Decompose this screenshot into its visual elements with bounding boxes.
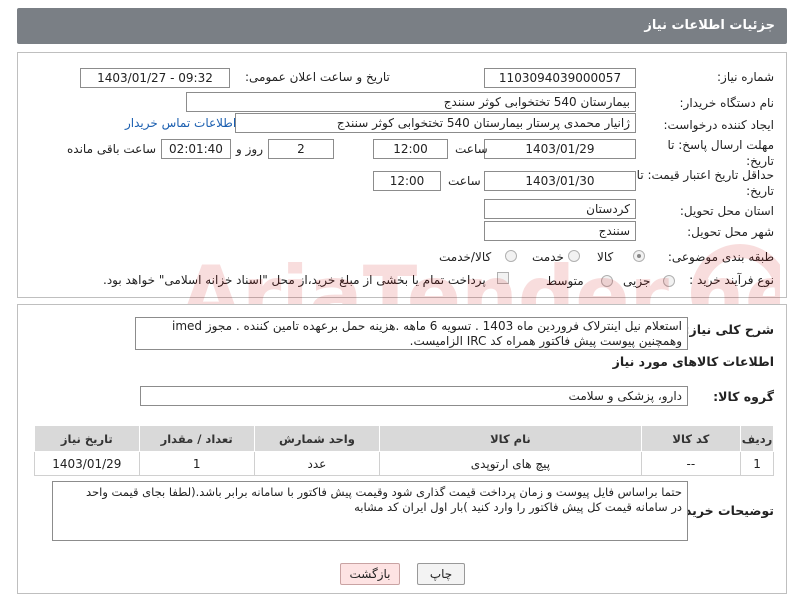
cell-unit: عدد: [253, 451, 381, 476]
buyer-label: نام دستگاه خریدار:: [679, 96, 775, 110]
process-type-label: نوع فرآیند خرید :: [689, 273, 774, 287]
time-remaining-field: 02:01:40: [161, 139, 231, 159]
items-table-header: ردیف کد کالا نام کالا واحد شمارش تعداد /…: [34, 425, 774, 452]
back-button[interactable]: بازگشت: [340, 563, 400, 585]
city-label: شهر محل تحویل:: [687, 225, 774, 239]
goods-section-title: اطلاعات کالاهای مورد نیاز: [612, 354, 774, 369]
category-option-service: خدمت: [532, 250, 564, 264]
need-number-field: 1103094039000057: [484, 68, 636, 88]
validity-date-field: 1403/01/30: [484, 171, 636, 191]
deadline-label: مهلت ارسال پاسخ: تا تاریخ:: [667, 138, 774, 168]
category-radio-goods[interactable]: [633, 250, 645, 262]
city-field: سنندج: [484, 221, 636, 241]
page-header: جزئیات اطلاعات نیاز: [17, 8, 787, 44]
process-option-medium: متوسط: [546, 274, 584, 288]
need-number-label: شماره نیاز:: [717, 70, 774, 84]
buyer-contact-link[interactable]: اطلاعات تماس خریدار: [125, 116, 236, 130]
description-text-line2: وهمچنین پیوست پیش فاکتور همراه کد IRC ال…: [409, 334, 682, 348]
treasury-note: پرداخت تمام یا بخشی از مبلغ خرید،از محل …: [103, 273, 486, 287]
treasury-checkbox[interactable]: [497, 272, 509, 284]
col-item-name: نام کالا: [379, 425, 642, 452]
announce-date-label: تاریخ و ساعت اعلان عمومی:: [245, 70, 390, 84]
days-label: روز و: [236, 142, 263, 156]
goods-group-label: گروه کالا:: [713, 389, 774, 404]
description-text-line1: استعلام نیل اینترلاک فروردین ماه 1403 . …: [172, 319, 682, 333]
creator-label: ایجاد کننده درخواست:: [663, 118, 774, 132]
col-unit: واحد شمارش: [253, 425, 381, 452]
category-option-goods: کالا: [597, 250, 614, 264]
validity-label: حداقل تاریخ اعتبار قیمت: تا تاریخ:: [636, 168, 774, 198]
buyer-notes-textarea[interactable]: حتما براساس فایل پیوست و زمان پرداخت قیم…: [52, 481, 688, 541]
col-need-date: تاریخ نیاز: [34, 425, 140, 452]
table-row: 1 -- پیچ های ارتوپدی عدد 1 1403/01/29: [34, 451, 774, 476]
time-remaining-label: ساعت باقی مانده: [67, 142, 157, 156]
cell-quantity: 1: [138, 451, 255, 476]
announce-date-field: 1403/01/27 - 09:32: [80, 68, 230, 88]
col-row-number: ردیف: [740, 425, 774, 452]
buyer-field: بیمارستان 540 تختخوابی کوثر سنندج: [186, 92, 636, 112]
buyer-notes-line1: حتما براساس فایل پیوست و زمان پرداخت قیم…: [85, 485, 682, 499]
col-quantity: تعداد / مقدار: [138, 425, 255, 452]
category-option-goods-service: کالا/خدمت: [439, 250, 492, 264]
process-option-minor: جزیی: [623, 274, 651, 288]
page-title: جزئیات اطلاعات نیاز: [644, 18, 775, 33]
description-label: شرح کلی نیاز:: [684, 322, 774, 337]
province-label: استان محل تحویل:: [679, 204, 774, 218]
cell-need-date: 1403/01/29: [34, 451, 140, 476]
validity-time-field: 12:00: [373, 171, 441, 191]
process-radio-medium[interactable]: [601, 275, 613, 287]
cell-item-code: --: [640, 451, 742, 476]
items-table: ردیف کد کالا نام کالا واحد شمارش تعداد /…: [34, 425, 774, 476]
print-button[interactable]: چاپ: [417, 563, 465, 585]
validity-time-label: ساعت: [448, 174, 481, 188]
category-radio-service[interactable]: [568, 250, 580, 262]
deadline-date-field: 1403/01/29: [484, 139, 636, 159]
deadline-time-label: ساعت: [455, 142, 488, 156]
creator-field: ژانیار محمدی پرستار بیمارستان 540 تختخوا…: [235, 113, 636, 133]
deadline-time-field: 12:00: [373, 139, 448, 159]
category-label: طبقه بندی موضوعی:: [667, 250, 774, 264]
cell-item-name: پیچ های ارتوپدی: [379, 451, 642, 476]
province-field: کردستان: [484, 199, 636, 219]
cell-row-number: 1: [740, 451, 774, 476]
description-textarea[interactable]: استعلام نیل اینترلاک فروردین ماه 1403 . …: [135, 317, 688, 350]
category-radio-goods-service[interactable]: [505, 250, 517, 262]
goods-group-field: دارو، پزشکی و سلامت: [140, 386, 688, 406]
days-remaining-field: 2: [268, 139, 334, 159]
col-item-code: کد کالا: [640, 425, 742, 452]
buyer-notes-line2: در سامانه قیمت کل پیش فاکتور را وارد کنی…: [354, 500, 682, 514]
process-radio-minor[interactable]: [663, 275, 675, 287]
